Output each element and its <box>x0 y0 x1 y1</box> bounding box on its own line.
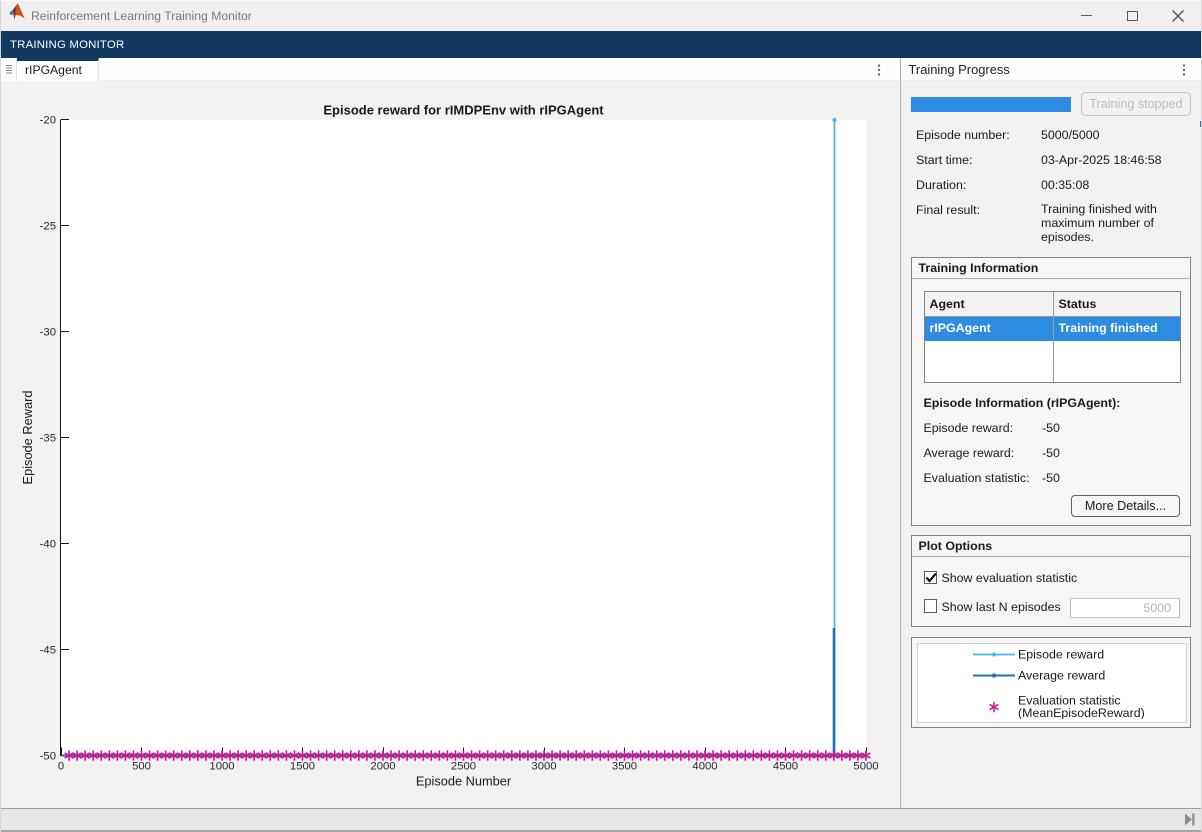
svg-text:500: 500 <box>132 761 151 773</box>
svg-text:-50: -50 <box>40 750 56 762</box>
svg-text:4500: 4500 <box>773 761 798 773</box>
svg-text:2000: 2000 <box>370 761 395 773</box>
svg-text:Episode reward for rIMDPEnv wi: Episode reward for rIMDPEnv with rIPGAge… <box>323 103 604 118</box>
svg-text:0: 0 <box>58 761 64 773</box>
svg-text:-20: -20 <box>40 114 56 126</box>
svg-text:3500: 3500 <box>612 761 637 773</box>
svg-text:4000: 4000 <box>692 761 717 773</box>
svg-text:5000: 5000 <box>853 761 878 773</box>
svg-text:-30: -30 <box>40 326 56 338</box>
svg-text:Episode Reward: Episode Reward <box>20 391 35 485</box>
svg-text:-25: -25 <box>40 220 56 232</box>
svg-text:1000: 1000 <box>209 761 234 773</box>
svg-text:Episode Number: Episode Number <box>416 774 512 789</box>
svg-text:2500: 2500 <box>451 761 476 773</box>
svg-text:-40: -40 <box>40 538 56 550</box>
svg-text:Episode reward: Episode reward <box>1018 648 1104 662</box>
svg-text:-45: -45 <box>40 644 56 656</box>
svg-text:3000: 3000 <box>531 761 556 773</box>
svg-text:1500: 1500 <box>290 761 315 773</box>
svg-text:(MeanEpisodeReward): (MeanEpisodeReward) <box>1018 706 1145 719</box>
svg-text:-35: -35 <box>40 432 56 444</box>
svg-text:Average reward: Average reward <box>1018 669 1105 683</box>
